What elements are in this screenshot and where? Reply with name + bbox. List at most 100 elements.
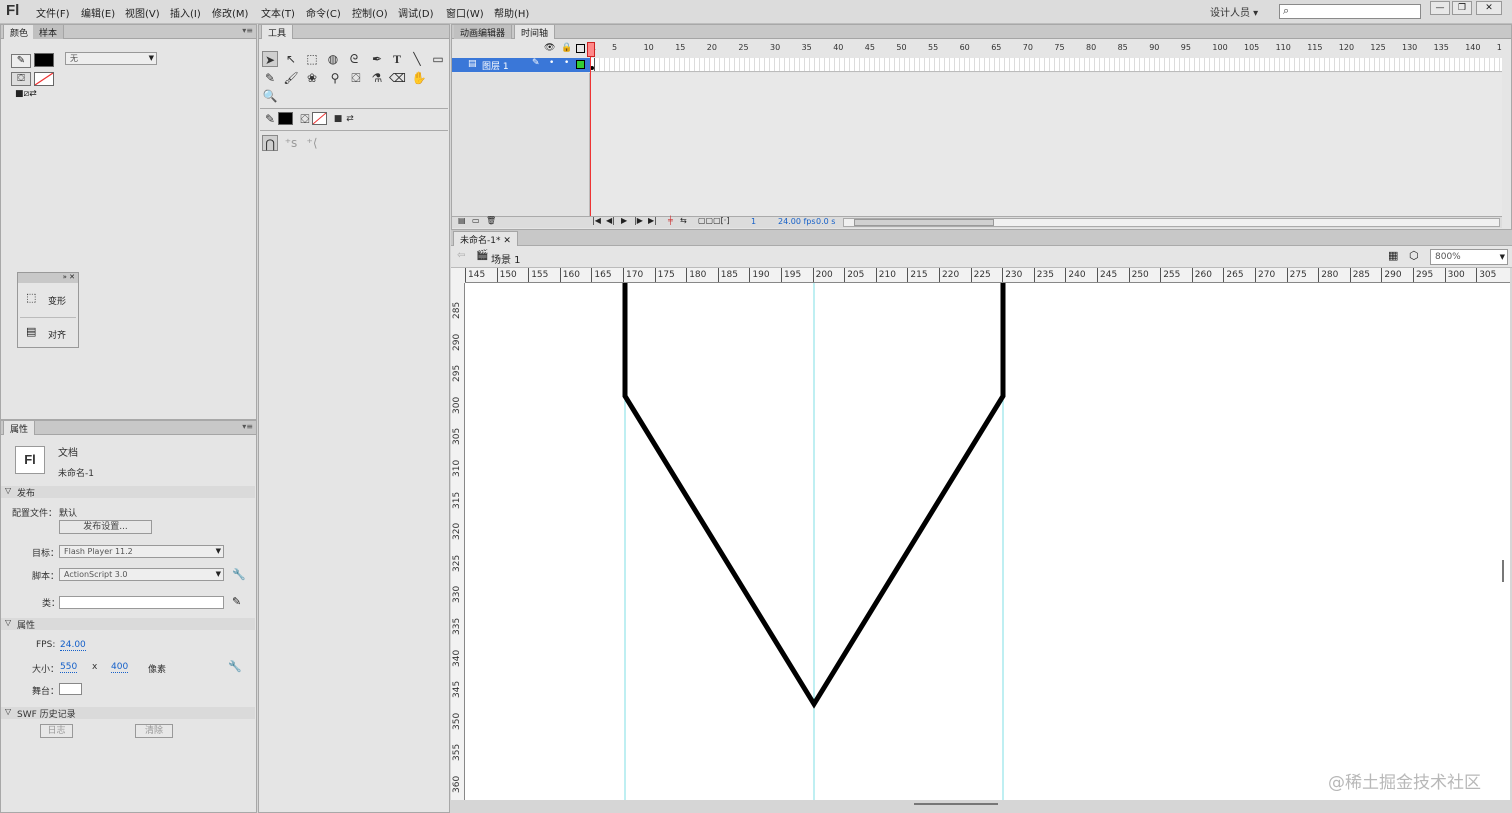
vertical-scroll-marker[interactable] bbox=[1502, 560, 1504, 582]
snap-magnet-icon[interactable]: ⋂ bbox=[262, 135, 278, 151]
3d-rotation-icon[interactable]: ◍ bbox=[325, 51, 341, 67]
layer-outline-color[interactable] bbox=[576, 60, 585, 69]
tool-fill-swatch[interactable] bbox=[312, 112, 327, 125]
align-icon[interactable]: ▤ bbox=[26, 325, 36, 338]
horizontal-ruler[interactable]: 145 150 155 160 165 170 175 180 185 190 195 200 205 2… bbox=[465, 268, 1510, 283]
fill-type-select[interactable]: 无 bbox=[65, 52, 157, 65]
width-value[interactable]: 550 bbox=[60, 662, 78, 673]
tab-properties[interactable]: 属性 bbox=[3, 421, 36, 435]
last-frame-icon[interactable]: ▶| bbox=[648, 216, 657, 225]
swap-colors-icon[interactable]: ⇄ bbox=[342, 111, 358, 127]
tab-timeline[interactable]: 时间轴 bbox=[514, 25, 556, 39]
bone-tool-icon[interactable]: ⚲ bbox=[327, 70, 343, 86]
menu-commands[interactable]: 命令(C) bbox=[306, 5, 341, 20]
document-tab[interactable]: 未命名-1* ✕ bbox=[453, 231, 518, 246]
edit-symbol-icon[interactable]: ⬡ bbox=[1409, 249, 1419, 262]
frames-row[interactable] bbox=[590, 58, 1502, 72]
stroke-pencil-icon[interactable]: ✎ bbox=[11, 54, 31, 68]
pencil-tool-icon[interactable]: ✎ bbox=[262, 70, 278, 86]
pencil-icon[interactable]: ✎ bbox=[232, 595, 241, 608]
rectangle-tool-icon[interactable]: ▭ bbox=[430, 51, 446, 67]
class-input[interactable] bbox=[59, 596, 224, 609]
play-icon[interactable]: ▶ bbox=[621, 216, 627, 225]
tab-motion-editor[interactable]: 动画编辑器 bbox=[454, 25, 513, 39]
timeline-hscrollbar[interactable] bbox=[843, 218, 1500, 227]
playhead[interactable] bbox=[587, 42, 595, 57]
log-button[interactable]: 日志 bbox=[40, 724, 73, 738]
color-mini-icons[interactable]: ■⧄⇄ bbox=[15, 89, 37, 99]
straighten-icon[interactable]: ⁺⟨ bbox=[304, 135, 320, 151]
minimize-button[interactable]: — bbox=[1430, 1, 1450, 15]
close-tab-icon[interactable]: ✕ bbox=[503, 236, 511, 246]
lasso-icon[interactable]: ᘓ bbox=[346, 51, 362, 67]
section-properties[interactable]: 属性 bbox=[1, 618, 255, 631]
free-transform-icon[interactable]: ⬚ bbox=[304, 51, 320, 67]
fill-bucket-icon[interactable]: ⛋ bbox=[11, 72, 31, 86]
menu-window[interactable]: 窗口(W) bbox=[446, 5, 484, 20]
lock-dot[interactable]: • bbox=[564, 58, 569, 68]
next-frame-icon[interactable]: |▶ bbox=[634, 216, 643, 225]
menu-help[interactable]: 帮助(H) bbox=[494, 5, 529, 20]
delete-layer-icon[interactable]: 🗑 bbox=[486, 216, 496, 225]
script-select[interactable]: ActionScript 3.0 bbox=[59, 568, 224, 581]
menu-text[interactable]: 文本(T) bbox=[261, 5, 295, 20]
loop-icon[interactable]: ⇆ bbox=[680, 216, 687, 225]
menu-edit[interactable]: 编辑(E) bbox=[81, 5, 115, 20]
eyedropper-icon[interactable]: ⚗ bbox=[369, 70, 385, 86]
layer-name[interactable]: 图层 1 bbox=[482, 59, 509, 72]
layer-row[interactable]: ▤ 图层 1 ✎ • • bbox=[452, 58, 590, 72]
eraser-icon[interactable]: ⌫ bbox=[389, 70, 406, 86]
text-tool-icon[interactable]: T bbox=[389, 51, 405, 67]
zoom-tool-icon[interactable]: 🔍 bbox=[262, 88, 278, 104]
center-frame-icon[interactable]: ╪ bbox=[668, 216, 673, 225]
elapsed-time[interactable]: 0.0 s bbox=[816, 217, 835, 226]
transform-icon[interactable]: ⬚ bbox=[26, 291, 36, 304]
tab-color[interactable]: 颜色 bbox=[3, 25, 36, 39]
workspace-switcher[interactable]: 设计人员 ▾ bbox=[1210, 4, 1258, 19]
stroke-color-icon[interactable]: ✎ bbox=[262, 111, 278, 127]
eye-icon[interactable]: 👁 bbox=[544, 43, 555, 53]
menu-insert[interactable]: 插入(I) bbox=[170, 5, 201, 20]
new-layer-icon[interactable]: ▤ bbox=[458, 216, 466, 225]
panel-menu-icon[interactable]: ▾≡ bbox=[242, 422, 253, 431]
menu-debug[interactable]: 调试(D) bbox=[398, 5, 434, 20]
transform-label[interactable]: 变形 bbox=[48, 294, 66, 307]
zoom-select[interactable]: 800% bbox=[1430, 249, 1508, 265]
first-frame-icon[interactable]: |◀ bbox=[592, 216, 601, 225]
target-select[interactable]: Flash Player 11.2 bbox=[59, 545, 224, 558]
tab-swatches[interactable]: 样本 bbox=[33, 25, 65, 39]
clear-button[interactable]: 清除 bbox=[135, 724, 173, 738]
edit-scene-icon[interactable]: ▦ bbox=[1388, 249, 1398, 262]
deco-tool-icon[interactable]: ❀ bbox=[304, 70, 320, 86]
wrench-icon[interactable]: 🔧 bbox=[228, 660, 242, 673]
hand-tool-icon[interactable]: ✋ bbox=[411, 70, 427, 86]
prev-frame-icon[interactable]: ◀| bbox=[606, 216, 615, 225]
panel-menu-icon[interactable]: ▾≡ bbox=[242, 26, 253, 35]
section-publish[interactable]: 发布 bbox=[1, 486, 255, 499]
horizontal-scroll-marker[interactable] bbox=[914, 803, 998, 805]
lock-icon[interactable]: 🔒 bbox=[561, 43, 572, 53]
onion-skin-icons[interactable]: ▢▢▢[·] bbox=[698, 216, 729, 225]
brush-tool-icon[interactable]: 🖌 bbox=[283, 70, 299, 86]
back-arrow-icon[interactable]: ⇦ bbox=[457, 250, 465, 261]
menu-file[interactable]: 文件(F) bbox=[36, 5, 70, 20]
selection-tool-icon[interactable]: ➤ bbox=[262, 51, 278, 67]
fps-value[interactable]: 24.00 bbox=[60, 640, 86, 651]
fill-color-icon[interactable]: ⛋ bbox=[297, 111, 313, 127]
section-swf-history[interactable]: SWF 历史记录 bbox=[1, 707, 255, 720]
menu-view[interactable]: 视图(V) bbox=[125, 5, 160, 20]
frame-rate[interactable]: 24.00 fps bbox=[778, 217, 816, 226]
floating-panel-header[interactable]: » ✕ bbox=[18, 273, 78, 283]
stroke-color-swatch[interactable] bbox=[34, 53, 54, 67]
vertical-ruler[interactable]: 285 290 295 300 305 310 315 320 325 330 335 340 345 3… bbox=[451, 283, 465, 800]
frame-ruler[interactable]: 1510152025303540455055606570758085909510… bbox=[588, 42, 1502, 56]
outline-icon[interactable] bbox=[576, 44, 585, 53]
menu-modify[interactable]: 修改(M) bbox=[212, 5, 248, 20]
close-button[interactable]: ✕ bbox=[1476, 1, 1502, 15]
visibility-dot[interactable]: • bbox=[549, 58, 554, 68]
current-frame[interactable]: 1 bbox=[751, 217, 756, 226]
search-input[interactable]: ⌕ bbox=[1279, 4, 1421, 19]
new-folder-icon[interactable]: ▭ bbox=[472, 216, 480, 225]
scene-name[interactable]: 场景 1 bbox=[491, 251, 521, 266]
restore-button[interactable]: ❐ bbox=[1452, 1, 1472, 15]
